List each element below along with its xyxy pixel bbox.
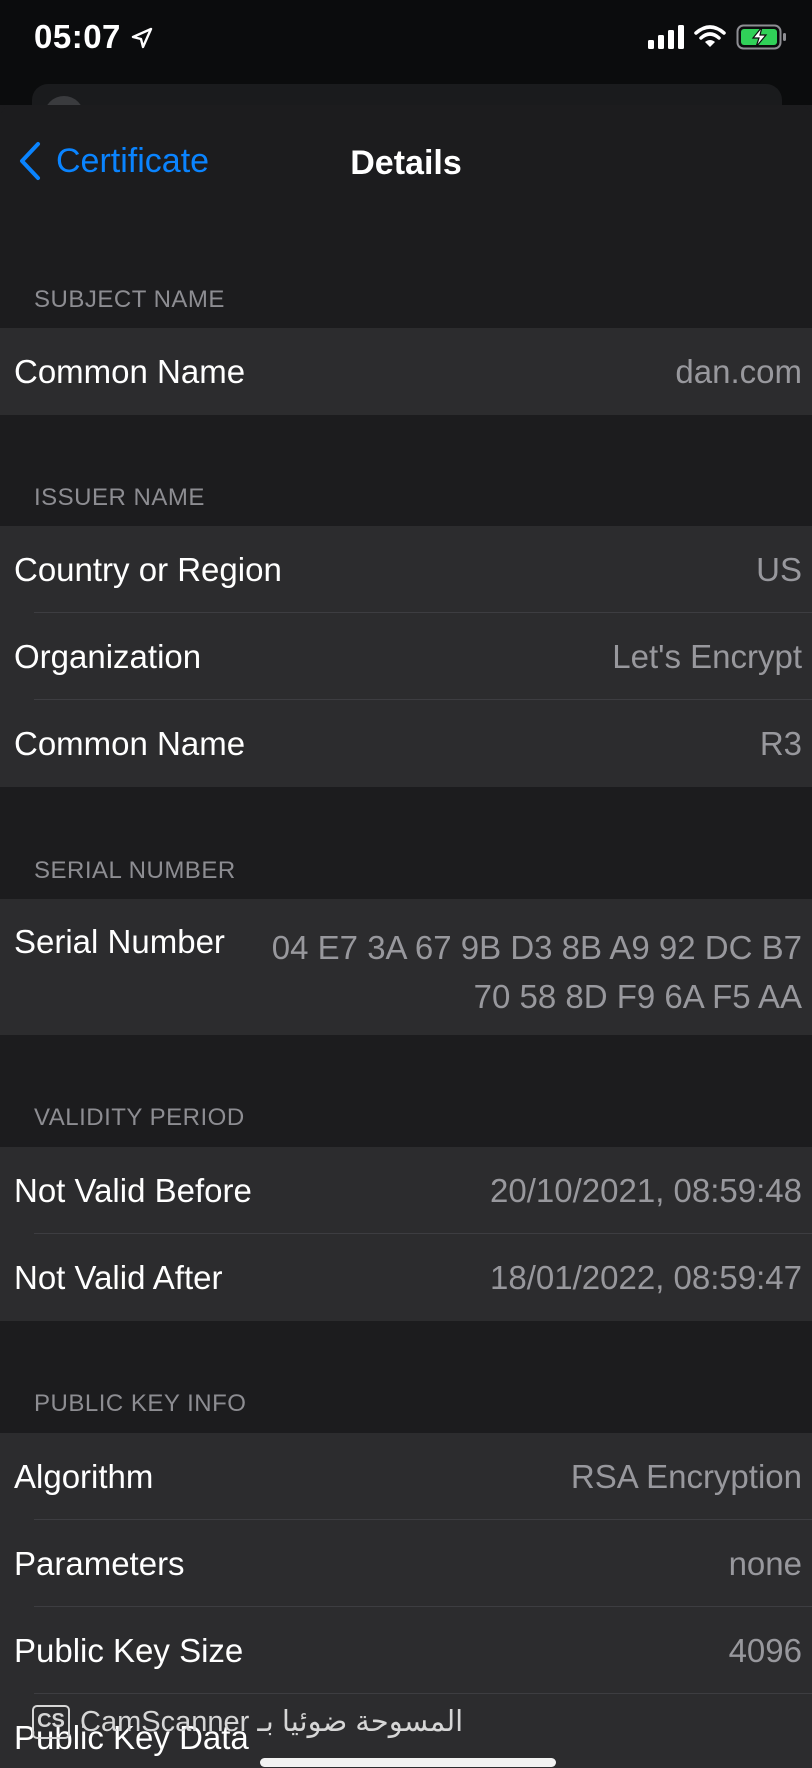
row-value: US bbox=[756, 550, 802, 588]
home-indicator[interactable] bbox=[260, 1758, 556, 1767]
row-label: Country or Region bbox=[14, 550, 282, 588]
row-value: 4096 bbox=[728, 1631, 802, 1669]
row-label: Common Name bbox=[14, 724, 246, 762]
subject-group: Common Name dan.com bbox=[0, 328, 812, 415]
section-header-serial: SERIAL NUMBER bbox=[34, 857, 236, 884]
watermark-text: CamScanner المسوحة ضوئيا بـ bbox=[80, 1706, 464, 1738]
row-label: Algorithm bbox=[14, 1457, 154, 1495]
camscanner-logo-icon: CS bbox=[32, 1704, 70, 1739]
row-serial-number: Serial Number 04 E7 3A 67 9B D3 8B A9 92… bbox=[0, 899, 812, 1035]
row-not-valid-before: Not Valid Before 20/10/2021, 08:59:48 bbox=[0, 1147, 812, 1234]
validity-group: Not Valid Before 20/10/2021, 08:59:48 No… bbox=[0, 1147, 812, 1321]
row-value: 18/01/2022, 08:59:47 bbox=[490, 1258, 802, 1296]
battery-charging-icon bbox=[736, 24, 786, 50]
row-not-valid-after: Not Valid After 18/01/2022, 08:59:47 bbox=[0, 1234, 812, 1321]
row-value: Let's Encrypt bbox=[612, 637, 802, 675]
row-issuer-common-name: Common Name R3 bbox=[0, 700, 812, 787]
row-value: 04 E7 3A 67 9B D3 8B A9 92 DC B7 70 58 8… bbox=[271, 929, 802, 1015]
issuer-group: Country or Region US Organization Let's … bbox=[0, 526, 812, 787]
row-subject-common-name: Common Name dan.com bbox=[0, 328, 812, 415]
row-value: R3 bbox=[759, 724, 802, 762]
section-header-issuer: ISSUER NAME bbox=[34, 484, 205, 511]
row-country: Country or Region US bbox=[0, 526, 812, 613]
navigation-bar: Certificate Details bbox=[0, 105, 812, 221]
cellular-signal-icon bbox=[648, 25, 684, 49]
row-label: Common Name bbox=[14, 352, 246, 390]
row-label: Organization bbox=[14, 637, 202, 675]
section-header-subject: SUBJECT NAME bbox=[34, 286, 225, 313]
section-header-public-key: PUBLIC KEY INFO bbox=[34, 1390, 247, 1417]
row-value: 20/10/2021, 08:59:48 bbox=[490, 1171, 802, 1209]
location-arrow-icon bbox=[131, 27, 153, 49]
wifi-icon bbox=[694, 25, 726, 47]
section-header-validity: VALIDITY PERIOD bbox=[34, 1104, 245, 1131]
row-value: none bbox=[728, 1544, 802, 1582]
camscanner-watermark: CS CamScanner المسوحة ضوئيا بـ bbox=[32, 1704, 463, 1739]
row-label: Serial Number bbox=[14, 923, 225, 960]
serial-group: Serial Number 04 E7 3A 67 9B D3 8B A9 92… bbox=[0, 899, 812, 1035]
row-organization: Organization Let's Encrypt bbox=[0, 613, 812, 700]
row-label: Not Valid After bbox=[14, 1258, 223, 1296]
row-label: Public Key Size bbox=[14, 1631, 244, 1669]
row-parameters: Parameters none bbox=[0, 1520, 812, 1607]
status-time: 05:07 bbox=[34, 18, 121, 55]
row-label: Parameters bbox=[14, 1544, 185, 1582]
row-value: dan.com bbox=[675, 352, 802, 390]
row-value: RSA Encryption bbox=[570, 1457, 802, 1495]
row-public-key-size: Public Key Size 4096 bbox=[0, 1607, 812, 1694]
row-algorithm: Algorithm RSA Encryption bbox=[0, 1433, 812, 1520]
page-title: Details bbox=[350, 144, 462, 182]
row-label: Not Valid Before bbox=[14, 1171, 252, 1209]
